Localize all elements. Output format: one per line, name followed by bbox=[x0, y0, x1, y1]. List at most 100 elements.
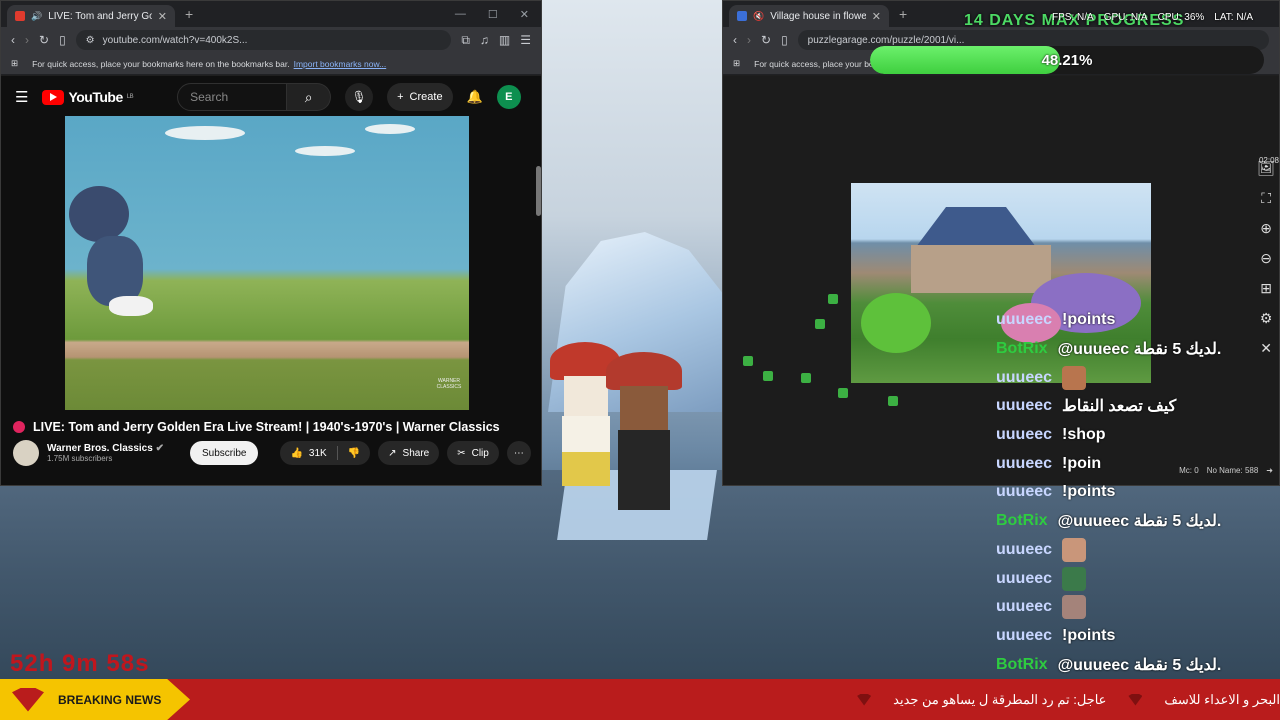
thumbs-up-icon: 👍 bbox=[290, 447, 303, 459]
voice-search-button[interactable]: 🎙 bbox=[345, 83, 374, 111]
reload-icon[interactable]: ↻ bbox=[761, 33, 771, 47]
muted-icon[interactable]: 🔇 bbox=[753, 11, 764, 22]
share-button[interactable]: ↗ Share bbox=[378, 441, 440, 465]
tab-strip: 🔊 LIVE: Tom and Jerry Golden Era ✕ + — ☐… bbox=[1, 1, 541, 27]
chat-username: BotRix bbox=[996, 340, 1048, 358]
channel-name[interactable]: Warner Bros. Classics ✔ bbox=[47, 443, 164, 454]
chat-text: كيف تصعد النقاط bbox=[1062, 398, 1177, 416]
new-tab-button[interactable]: + bbox=[185, 6, 193, 22]
chat-username: uuueec bbox=[996, 598, 1053, 616]
minimize-icon[interactable]: — bbox=[455, 8, 466, 21]
puzzle-piece[interactable] bbox=[743, 356, 753, 366]
youtube-favicon-icon bbox=[15, 11, 25, 21]
back-icon[interactable]: ‹ bbox=[11, 33, 15, 47]
zoom-in-icon[interactable]: ⊕ bbox=[1260, 220, 1272, 237]
back-icon[interactable]: ‹ bbox=[733, 33, 737, 47]
chat-message: BotRix @uuueec لديك 5 نقطة. bbox=[996, 650, 1276, 679]
subscribe-button[interactable]: Subscribe bbox=[189, 441, 259, 465]
bookmark-icon[interactable]: ▯ bbox=[59, 33, 66, 47]
bookmark-icon[interactable]: ▯ bbox=[781, 33, 788, 47]
hamburger-icon[interactable]: ☰ bbox=[15, 88, 28, 106]
puzzle-piece[interactable] bbox=[838, 388, 848, 398]
reload-icon[interactable]: ↻ bbox=[39, 33, 49, 47]
url-field[interactable]: ⚙ youtube.com/watch?v=400k2S... bbox=[75, 30, 452, 50]
like-count: 31K bbox=[308, 447, 327, 459]
notifications-icon[interactable]: 🔔 bbox=[467, 89, 483, 105]
chat-username: uuueec bbox=[996, 626, 1053, 644]
apps-icon[interactable]: ⊞ bbox=[733, 58, 740, 69]
sidebar-icon[interactable]: ▥ bbox=[499, 33, 510, 47]
maximize-icon[interactable]: ☐ bbox=[488, 8, 498, 21]
youtube-logo[interactable]: YouTube LB bbox=[42, 89, 134, 105]
music-icon[interactable]: ♫ bbox=[480, 33, 489, 47]
ticker-separator-icon bbox=[1128, 693, 1143, 706]
live-indicator-icon bbox=[13, 421, 25, 433]
youtube-page: ☰ YouTube LB Search ⌕ 🎙 + Create 🔔 E WAR… bbox=[1, 76, 541, 485]
bookmarks-bar: ⊞ For quick access, place your bookmarks… bbox=[1, 53, 541, 75]
puzzle-piece[interactable] bbox=[815, 319, 825, 329]
search-icon: ⌕ bbox=[304, 88, 313, 105]
new-tab-button[interactable]: + bbox=[899, 6, 907, 22]
grid-icon[interactable]: ⊞ bbox=[1260, 280, 1272, 297]
apps-icon[interactable]: ⊞ bbox=[11, 58, 18, 69]
chat-emote-icon bbox=[1062, 537, 1087, 562]
youtube-play-icon bbox=[42, 89, 65, 105]
url-text: puzzlegarage.com/puzzle/2001/vi... bbox=[807, 34, 965, 46]
thumbs-down-icon[interactable]: 👎 bbox=[348, 448, 360, 459]
site-info-icon[interactable]: ⚙ bbox=[86, 35, 95, 46]
like-button[interactable]: 👍 31K 👎 bbox=[280, 441, 371, 465]
speaker-icon[interactable]: 🔊 bbox=[31, 11, 42, 22]
clip-label: Clip bbox=[471, 447, 489, 459]
close-tab-icon[interactable]: ✕ bbox=[872, 10, 881, 23]
menu-icon[interactable]: ☰ bbox=[520, 33, 531, 47]
forward-icon[interactable]: › bbox=[25, 33, 29, 47]
extension-icon[interactable]: ⧉ bbox=[461, 33, 470, 48]
stat-lat: LAT: N/A bbox=[1214, 12, 1253, 23]
channel-row: Warner Bros. Classics ✔ 1.75M subscriber… bbox=[13, 440, 535, 466]
chat-username: BotRix bbox=[996, 512, 1048, 530]
stat-gpu: GPU: N/A bbox=[1103, 12, 1148, 23]
import-bookmarks-link[interactable]: Import bookmarks now... bbox=[294, 59, 387, 69]
microphone-icon: 🎙 bbox=[351, 90, 367, 104]
stat-fps: FPS: N/A bbox=[1052, 12, 1094, 23]
news-ticker: BREAKING NEWS عاجل: تم رد المطرقة ل يساه… bbox=[0, 679, 1280, 720]
address-toolbar: ‹ › ↻ ▯ ⚙ youtube.com/watch?v=400k2S... … bbox=[1, 27, 541, 53]
more-actions-button[interactable]: ⋯ bbox=[506, 441, 531, 465]
account-avatar[interactable]: E bbox=[496, 85, 521, 109]
chat-username: BotRix bbox=[996, 655, 1048, 673]
url-text: youtube.com/watch?v=400k2S... bbox=[102, 34, 248, 46]
chat-text: @uuueec لديك 5 نقطة. bbox=[1057, 513, 1222, 531]
puzzle-piece[interactable] bbox=[763, 371, 773, 381]
puzzle-favicon-icon bbox=[737, 11, 747, 21]
stat-cpu: CPU: 36% bbox=[1157, 12, 1205, 23]
chat-text: @uuueec لديك 5 نقطة. bbox=[1057, 341, 1222, 359]
chat-message: BotRix @uuueec لديك 5 نقطة. bbox=[996, 507, 1276, 536]
tab-puzzle[interactable]: 🔇 Village house in flowers Jigsaw ✕ bbox=[729, 5, 889, 27]
chat-username: uuueec bbox=[996, 483, 1053, 501]
chat-message: uuueec !poin bbox=[996, 449, 1276, 478]
chat-text: !shop bbox=[1062, 426, 1106, 444]
verified-icon: ✔ bbox=[155, 443, 164, 454]
close-tab-icon[interactable]: ✕ bbox=[158, 10, 167, 23]
progress-percent: 48.21% bbox=[1041, 51, 1093, 69]
tab-youtube[interactable]: 🔊 LIVE: Tom and Jerry Golden Era ✕ bbox=[7, 5, 175, 27]
image-preview-icon[interactable]: 🖼 bbox=[1257, 160, 1275, 177]
chat-message: uuueec bbox=[996, 363, 1276, 392]
zoom-out-icon[interactable]: ⊖ bbox=[1260, 250, 1272, 267]
search-button[interactable]: ⌕ bbox=[287, 83, 332, 111]
scissors-icon: ✂ bbox=[457, 447, 466, 459]
page-scrollbar[interactable] bbox=[536, 166, 541, 216]
search-input[interactable]: Search bbox=[177, 83, 288, 111]
forward-icon[interactable]: › bbox=[747, 33, 751, 47]
puzzle-piece[interactable] bbox=[828, 294, 838, 304]
cartoon-cat bbox=[69, 186, 155, 336]
puzzle-piece[interactable] bbox=[801, 373, 811, 383]
video-player[interactable]: WARNER CLASSICS bbox=[65, 116, 469, 410]
clip-button[interactable]: ✂ Clip bbox=[447, 441, 499, 465]
fullscreen-icon[interactable]: ⛶ bbox=[1261, 190, 1271, 207]
create-button[interactable]: + Create bbox=[387, 83, 453, 111]
system-stats: FPS: N/A GPU: N/A CPU: 36% LAT: N/A bbox=[1052, 12, 1253, 23]
close-window-icon[interactable]: ✕ bbox=[520, 8, 529, 21]
channel-avatar[interactable] bbox=[13, 440, 39, 466]
puzzle-piece[interactable] bbox=[888, 396, 898, 406]
